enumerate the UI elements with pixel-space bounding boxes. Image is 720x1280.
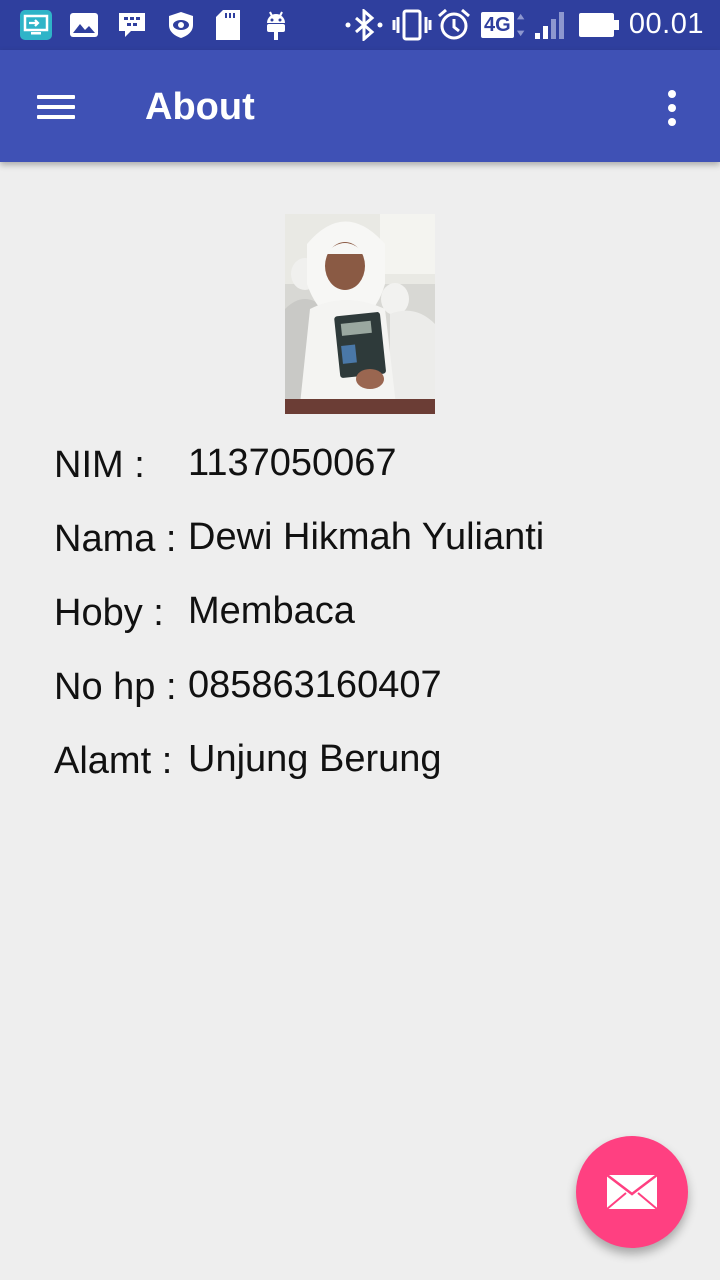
screen-mirror-icon — [18, 9, 54, 41]
email-icon — [606, 1174, 658, 1210]
nim-label: NIM : — [54, 444, 145, 486]
email-fab-button[interactable] — [576, 1136, 688, 1248]
profile-photo — [285, 214, 435, 414]
no-hp-label: No hp : — [54, 666, 177, 708]
signal-icon — [532, 9, 568, 41]
no-hp-value: 085863160407 — [188, 664, 442, 706]
bluetooth-icon — [342, 9, 386, 41]
nama-value: Dewi Hikmah Yulianti — [188, 516, 545, 558]
status-time: 00.01 — [628, 8, 704, 40]
network-type-label: 4G — [481, 12, 514, 38]
more-vert-icon[interactable] — [648, 80, 696, 136]
battery-icon — [578, 9, 620, 41]
sd-card-icon — [214, 9, 242, 41]
hamburger-menu-icon[interactable] — [24, 78, 88, 134]
app-bar: About — [0, 50, 720, 162]
vibrate-icon — [392, 9, 432, 41]
gallery-icon — [68, 9, 100, 41]
alarm-icon — [436, 8, 472, 41]
alamat-value: Unjung Berung — [188, 738, 442, 780]
hoby-label: Hoby : — [54, 592, 164, 634]
page-title: About — [145, 86, 255, 128]
hoby-value: Membaca — [188, 590, 355, 632]
android-debug-icon — [262, 9, 290, 41]
eye-shield-icon — [164, 9, 198, 41]
nim-value: 1137050067 — [188, 442, 397, 484]
status-bar: 4G 00.01 — [0, 0, 720, 50]
nama-label: Nama : — [54, 518, 177, 560]
alamat-label: Alamt : — [54, 740, 173, 782]
bbm-icon — [116, 9, 148, 41]
network-4g-icon: 4G — [481, 9, 525, 41]
